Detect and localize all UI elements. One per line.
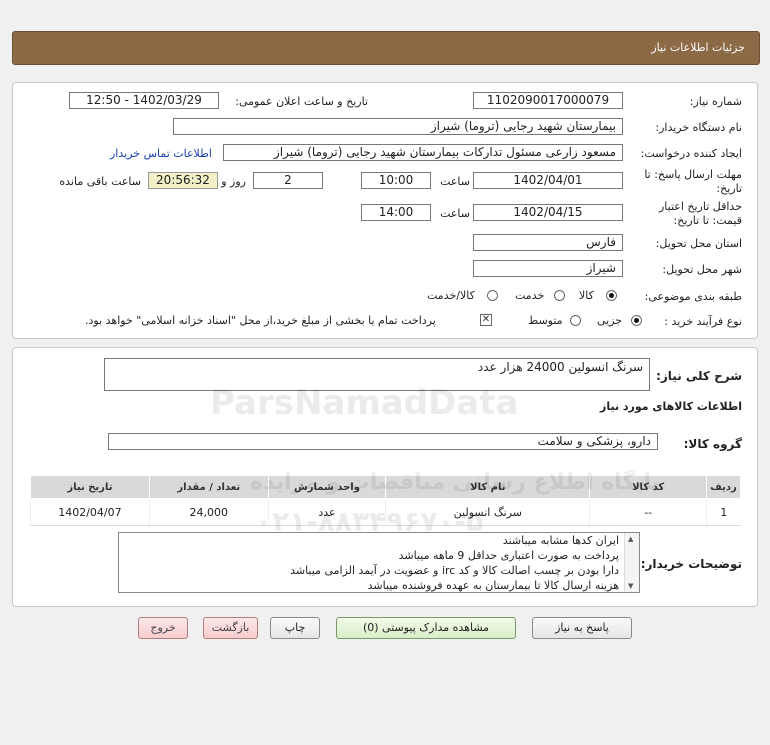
requester-field: مسعود زارعی مسئول تدارکات بیمارستان شهید… [223,144,623,161]
col-qty: تعداد / مقدار [148,475,269,499]
process-radio-minor[interactable] [631,315,642,326]
process-radio-medium[interactable] [570,315,581,326]
validity-time-label: ساعت [440,207,470,220]
buyer-org-label: نام دستگاه خریدار: [655,121,742,134]
deadline-label-line2: تاریخ: [716,182,742,195]
announce-field: 1402/03/29 - 12:50 [69,92,219,109]
col-name: نام کالا [385,475,591,499]
note-line: ایران کدها مشابه میباشند [502,534,619,547]
buyer-contact-link[interactable]: اطلاعات تماس خریدار [110,147,212,160]
treasury-payment-checkbox[interactable]: ✕ [480,314,492,326]
province-field: فارس [473,234,623,251]
days-field: 2 [253,172,323,189]
goods-group-label: گروه کالا: [683,437,742,451]
page-header: جزئیات اطلاعات نیاز [12,31,760,65]
scroll-down-icon[interactable]: ▼ [628,582,633,590]
buyer-notes-box[interactable]: ایران کدها مشابه میباشند پرداخت به صورت … [118,532,640,593]
cell-code: -- [589,498,707,526]
validity-time-field: 14:00 [361,204,431,221]
province-label: استان محل تحویل: [655,237,742,250]
view-attachments-button[interactable]: مشاهده مدارک پیوستی (0) [336,617,516,639]
print-button[interactable]: چاپ [270,617,320,639]
exit-button[interactable]: خروج [138,617,188,639]
deadline-date-field: 1402/04/01 [473,172,623,189]
treasury-payment-note: پرداخت تمام یا بخشی از مبلغ خرید،از محل … [85,314,436,327]
validity-label-line1: حداقل تاریخ اعتبار [658,200,742,213]
deadline-label: مهلت ارسال پاسخ: تا تاریخ: [644,168,742,196]
goods-group-field: دارو، پزشکی و سلامت [108,433,658,450]
summary-field: سرنگ انسولین 24000 هزار عدد [104,358,650,391]
goods-table-header: ردیف کد کالا نام کالا واحد شمارش تعداد /… [30,475,742,499]
note-line: هزینه ارسال کالا تا بیمارستان به عهده فر… [367,579,619,592]
cell-qty: 24,000 [148,498,269,526]
category-option-goods-service: کالا/خدمت [427,289,475,302]
days-label: روز و [221,175,246,188]
buyer-org-field: بیمارستان شهید رجایی (تروما) شیراز [173,118,623,135]
note-line: دارا بودن بر چسب اصالت کالا و کد irc و ع… [290,564,619,577]
category-radio-goods[interactable] [606,290,617,301]
process-option-minor: جزیی [597,314,623,327]
category-label: طبقه بندی موضوعی: [644,290,742,303]
cell-unit: عدد [267,498,386,526]
note-line: پرداخت به صورت اعتباری حداقل 9 ماهه میبا… [398,549,619,562]
process-label: نوع فرآیند خرید : [664,315,742,328]
category-option-service: خدمت [515,289,545,302]
back-button[interactable]: بازگشت [203,617,258,639]
remaining-label: ساعت باقی مانده [59,175,141,188]
notes-scrollbar[interactable]: ▲ ▼ [624,533,639,592]
city-label: شهر محل تحویل: [662,263,742,276]
goods-info-title: اطلاعات کالاهای مورد نیاز [600,400,742,413]
remaining-time-field: 20:56:32 [148,172,218,189]
deadline-label-line1: مهلت ارسال پاسخ: تا [644,168,742,181]
summary-label: شرح کلی نیاز: [656,369,742,383]
process-option-medium: متوسط [528,314,563,327]
cell-date: 1402/04/07 [30,498,150,526]
need-number-label: شماره نیاز: [689,95,742,108]
requester-label: ایجاد کننده درخواست: [640,147,742,160]
col-row: ردیف [705,475,742,499]
deadline-time-field: 10:00 [361,172,431,189]
col-unit: واحد شمارش [267,475,387,499]
validity-date-field: 1402/04/15 [473,204,623,221]
deadline-time-label: ساعت [440,175,470,188]
announce-label: تاریخ و ساعت اعلان عمومی: [235,95,368,108]
category-radio-service[interactable] [554,290,565,301]
need-number-field: 1102090017000079 [473,92,623,109]
goods-table: ردیف کد کالا نام کالا واحد شمارش تعداد /… [30,475,742,526]
city-field: شیراز [473,260,623,277]
validity-label-line2: قیمت: تا تاریخ: [673,214,742,227]
col-date: تاریخ نیاز [30,475,150,499]
cell-row: 1 [705,498,741,526]
validity-label: حداقل تاریخ اعتبار قیمت: تا تاریخ: [659,200,742,228]
page-title: جزئیات اطلاعات نیاز [651,41,745,54]
table-row: 1 -- سرنگ انسولین عدد 24,000 1402/04/07 [30,498,741,526]
col-code: کد کالا [589,475,707,499]
category-radio-goods-service[interactable] [487,290,498,301]
cell-name: سرنگ انسولین [385,498,590,526]
reply-button[interactable]: پاسخ به نیاز [532,617,632,639]
category-option-goods: کالا [579,289,594,302]
scroll-up-icon[interactable]: ▲ [628,535,633,543]
buyer-notes-label: توضیحات خریدار: [640,557,742,571]
